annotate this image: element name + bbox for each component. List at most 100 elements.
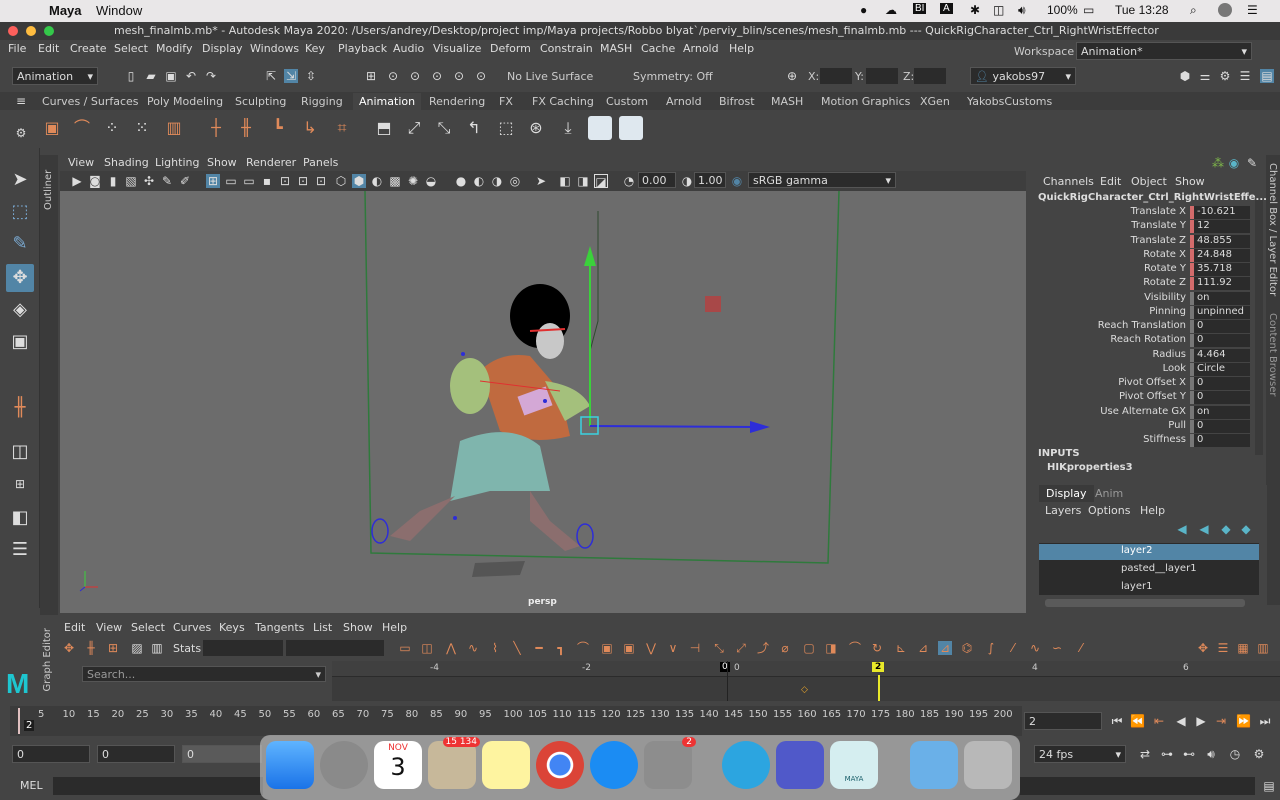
animation-prefs-icon[interactable]: ⚙ [1252, 747, 1266, 761]
window-menu[interactable]: Window [96, 3, 142, 18]
tab-rigging[interactable]: Rigging [295, 93, 349, 110]
workspace-dropdown[interactable]: Animation* ▾ [1076, 42, 1252, 60]
channel-value[interactable]: 48.855 [1190, 234, 1250, 248]
menu-select[interactable]: Select [114, 42, 148, 55]
field-chart-icon[interactable]: ⊡ [278, 174, 292, 188]
channel-box-icon[interactable]: ▤ [1260, 69, 1274, 83]
tab-animation[interactable]: Animation [353, 93, 422, 110]
step-tangent-icon[interactable]: ┓ [554, 641, 568, 655]
siri-icon[interactable] [1218, 3, 1232, 17]
menu-file[interactable]: File [8, 42, 26, 55]
graph-menu-select[interactable]: Select [131, 621, 165, 634]
graph-menu-tangents[interactable]: Tangents [255, 621, 304, 634]
playback-start-field[interactable]: 0 [97, 745, 175, 763]
tab-rendering[interactable]: Rendering [423, 93, 491, 110]
exposure-field[interactable]: 0.00 [638, 172, 676, 188]
manipulator-x-axis[interactable] [589, 425, 756, 428]
channel-value[interactable]: 0 [1190, 320, 1250, 333]
graph-menu-help[interactable]: Help [382, 621, 407, 634]
sound-icon[interactable]: 🔊︎ [1204, 747, 1218, 761]
normalize-icon[interactable]: ◨ [824, 641, 838, 655]
stats-field-1[interactable] [203, 640, 283, 656]
color-management-icon[interactable]: ◉ [730, 174, 744, 188]
curve-2-icon[interactable]: ⁄ [1006, 641, 1020, 655]
vp-menu-panels[interactable]: Panels [303, 156, 338, 169]
channel-row[interactable]: Rotate X 24.848 [1033, 248, 1258, 263]
channel-label[interactable]: Pinning [1036, 306, 1186, 317]
cb-object-name[interactable]: QuickRigCharacter_Ctrl_RightWristEffe... [1038, 192, 1267, 203]
channel-row[interactable]: Look Circle [1033, 362, 1258, 377]
new-layer-icon[interactable]: ◆ [1219, 522, 1233, 536]
downloads-folder-icon[interactable] [910, 741, 958, 789]
film-gate-icon[interactable]: ▭ [224, 174, 238, 188]
snap-pivot-icon[interactable]: ⊙ [474, 69, 488, 83]
swap-buffer-icon[interactable]: ▣ [622, 641, 636, 655]
system-preferences-icon[interactable]: 2 [644, 737, 696, 789]
tab-custom[interactable]: Custom [600, 93, 654, 110]
isolate-select-icon[interactable]: ➤ [534, 174, 548, 188]
camera-attr-icon[interactable]: ◙ [88, 174, 102, 188]
frame-playback-icon[interactable]: ◫ [420, 641, 434, 655]
live-surface-label[interactable]: No Live Surface [507, 70, 593, 83]
graph-menu-edit[interactable]: Edit [64, 621, 85, 634]
current-time-marker[interactable]: 2 [872, 662, 885, 672]
channel-row[interactable]: Reach Translation 0 [1033, 320, 1258, 334]
scale-tool-icon[interactable]: ▣ [6, 328, 34, 356]
pre-infinity-icon[interactable]: ↻ [870, 641, 884, 655]
save-scene-icon[interactable]: ▣ [164, 69, 178, 83]
insert-key-icon[interactable]: ╫ [84, 641, 98, 655]
manipulator-x-arrow[interactable] [750, 421, 770, 433]
menu-cache[interactable]: Cache [641, 42, 675, 55]
channel-label[interactable]: Translate Z [1036, 235, 1186, 246]
channel-label[interactable]: Pivot Offset Y [1036, 391, 1186, 402]
curve-5-icon[interactable]: ⁄ [1074, 641, 1088, 655]
layer-move-up-icon[interactable]: ◀ [1175, 522, 1189, 536]
menuset-dropdown[interactable]: Animation ▾ [12, 67, 98, 85]
new-layer-selected-icon[interactable]: ◆ [1239, 522, 1253, 536]
menu-help[interactable]: Help [729, 42, 754, 55]
keyboard-input-icon[interactable]: A [940, 3, 953, 14]
menu-visualize[interactable]: Visualize [433, 42, 481, 55]
channel-box-layer-editor-tab[interactable]: Channel Box / Layer Editor [1267, 163, 1278, 296]
graph-menu-keys[interactable]: Keys [219, 621, 245, 634]
shadows-icon[interactable]: ◒ [424, 174, 438, 188]
pole-vector-icon[interactable]: ⊛ [524, 116, 548, 140]
create-joint-icon[interactable]: ┗ [266, 116, 290, 140]
point-constraint-icon[interactable]: ⤢ [402, 116, 426, 140]
layers-menu-options[interactable]: Options [1088, 504, 1130, 517]
cb-menu-object[interactable]: Object [1131, 175, 1167, 188]
volume-icon[interactable]: 🔊︎ [1018, 3, 1026, 18]
exposure-icon[interactable]: ◔ [622, 174, 636, 188]
z-field[interactable] [914, 68, 946, 84]
layer-row-layer1[interactable]: layer1 [1039, 580, 1259, 596]
channel-value[interactable]: 35.718 [1190, 263, 1250, 276]
step-forward-key-icon[interactable]: ⏩ [1236, 714, 1251, 728]
cb-menu-channels[interactable]: Channels [1043, 175, 1094, 188]
region-icon[interactable]: ▨ [130, 641, 144, 655]
scale-constraint-icon[interactable]: ↰ [462, 116, 486, 140]
maya-dock-icon[interactable]: MAYA [830, 741, 878, 789]
lights-icon[interactable]: ✺ [406, 174, 420, 188]
keyframe-icon[interactable]: ⊷ [1182, 747, 1196, 761]
close-window-icon[interactable] [8, 26, 18, 36]
stats-field-2[interactable] [286, 640, 384, 656]
lock-weight-icon[interactable]: ⤡ [712, 641, 726, 655]
x-field[interactable] [820, 68, 852, 84]
channel-value[interactable]: 24.848 [1190, 248, 1250, 262]
depth-of-field-icon[interactable]: ◎ [508, 174, 522, 188]
motion-blur-icon[interactable]: ◐ [472, 174, 486, 188]
break-tangents-icon[interactable]: ⋁ [644, 641, 658, 655]
channel-value[interactable]: 0 [1190, 434, 1250, 447]
layer-move-down-icon[interactable]: ◀ [1197, 522, 1211, 536]
range-bar[interactable]: 0 [182, 745, 262, 763]
camera-icon[interactable]: ▶ [70, 174, 84, 188]
shelf-menu-icon[interactable]: ≡ [14, 94, 28, 108]
channel-label[interactable]: Reach Translation [1036, 320, 1186, 331]
channel-box-icon-3[interactable]: ✎ [1245, 156, 1259, 170]
ik-spline-icon[interactable]: ⌗ [330, 116, 354, 140]
outliner-layout-icon[interactable]: ☰ [6, 536, 34, 564]
scene-start-field[interactable]: 0 [12, 745, 90, 763]
3d-cube-icon[interactable]: ⬢ [1178, 69, 1192, 83]
chrome-icon[interactable] [536, 741, 584, 789]
spline-tangent-icon[interactable]: ∿ [466, 641, 480, 655]
